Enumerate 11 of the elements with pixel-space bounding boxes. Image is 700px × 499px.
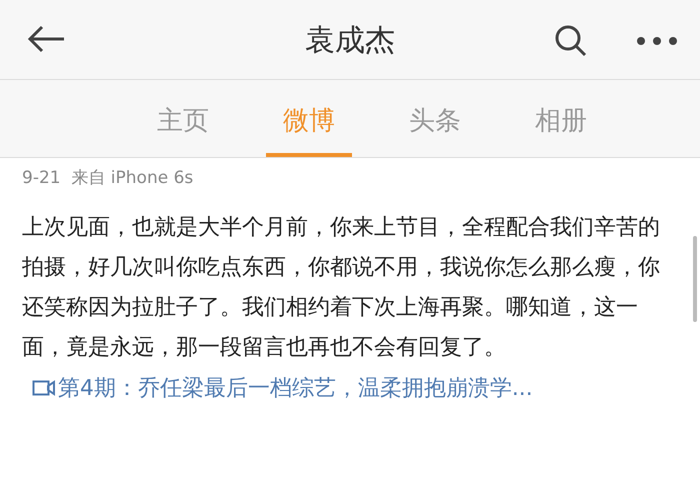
more-icon[interactable] [636, 36, 678, 46]
page-title: 袁成杰 [305, 22, 395, 60]
video-link[interactable]: 第4期：乔任梁最后一档综艺，温柔拥抱崩溃学... [22, 368, 652, 410]
video-icon [32, 378, 56, 396]
tab[interactable]: 微博 [266, 80, 352, 157]
tab[interactable]: 主页 [140, 80, 226, 157]
back-icon[interactable] [26, 24, 66, 54]
tab[interactable]: 头条 [392, 80, 478, 157]
post-meta: 9-21 来自 iPhone 6s [21, 167, 194, 190]
tab[interactable]: 相册 [518, 80, 604, 157]
post-text: 上次见面，也就是大半个月前，你来上节目，全程配合我们辛苦的拍摄，好几次叫你吃点东西，你都说不用，我说你怎么那么瘦，你还笑称因为拉肚子了。我们相约着下次上海再聚。哪知道，这一面，竟是永远，那一段留言也再也不会有回复了。 [22, 214, 661, 362]
